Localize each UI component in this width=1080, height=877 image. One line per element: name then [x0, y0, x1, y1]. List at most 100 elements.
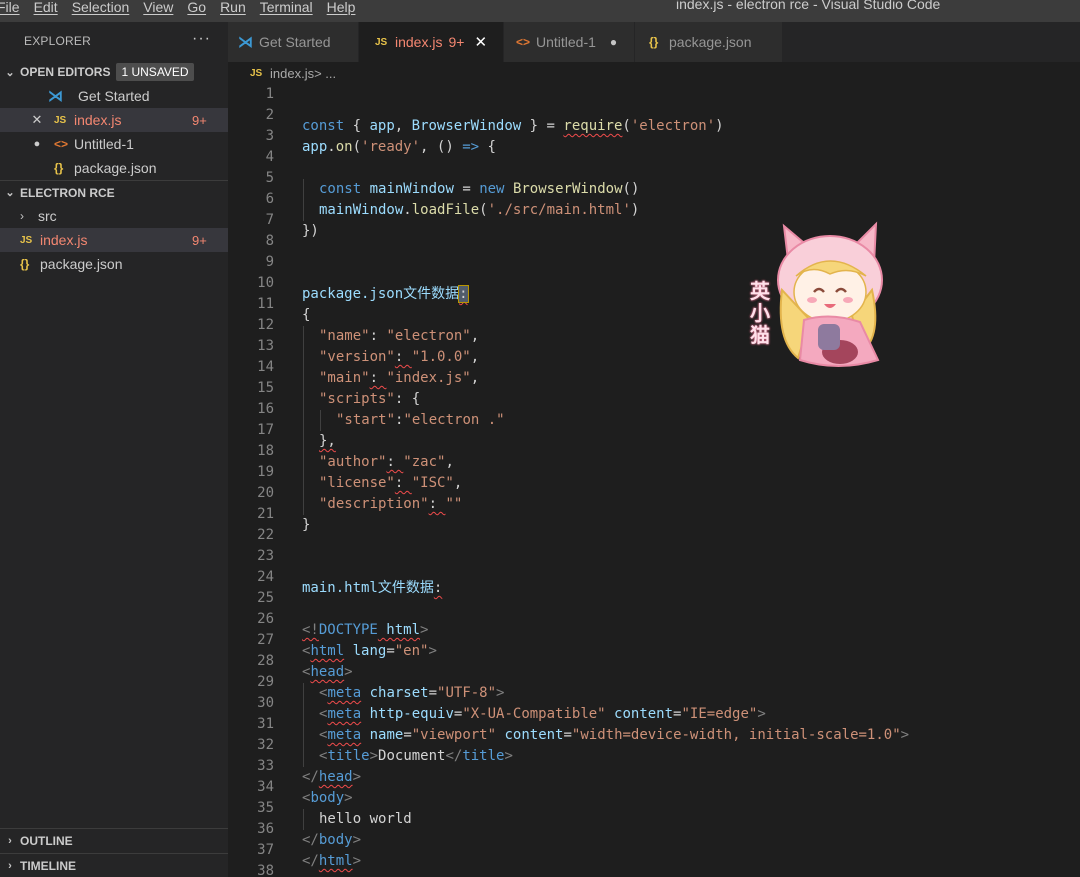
html-icon: <> [516, 35, 531, 49]
line-number: 9 [265, 254, 274, 270]
menu-file[interactable]: File [0, 0, 27, 14]
json-icon: {} [20, 257, 30, 271]
unsaved-dot-icon[interactable]: ● [28, 138, 46, 150]
editor-tab-bar: ⋊ Get Started JS index.js 9+ ✕ <> Untitl… [228, 22, 1080, 62]
json-icon: {} [54, 161, 64, 175]
tab-untitled[interactable]: <> Untitled-1 ● [504, 22, 635, 62]
tab-index-js[interactable]: JS index.js 9+ ✕ [359, 22, 504, 62]
more-actions-icon[interactable]: ··· [192, 30, 211, 48]
close-icon[interactable]: ✕ [28, 112, 46, 128]
menu-edit[interactable]: Edit [27, 0, 65, 14]
code-line-35: hello world [319, 811, 412, 827]
js-icon: JS [375, 36, 388, 48]
tab-label: index.js [395, 34, 443, 50]
close-icon[interactable]: ✕ [474, 33, 487, 51]
code-line-2: const { app, BrowserWindow } = require('… [302, 118, 724, 134]
file-label: package.json [40, 256, 123, 272]
code-line-31: <meta name="viewport" content="width=dev… [319, 727, 910, 743]
problem-count-badge: 9+ [192, 112, 207, 128]
code-line-18: "author": "zac", [319, 454, 454, 470]
code-line-28: <head> [302, 664, 353, 680]
line-number: 1 [265, 86, 274, 102]
code-line-32: <title>Document</title> [319, 748, 513, 764]
problem-count-badge: 9+ [192, 232, 207, 248]
code-line-33: </head> [302, 769, 362, 785]
line-number: 23 [257, 548, 274, 564]
open-editor-label: Get Started [78, 88, 150, 104]
js-icon: JS [250, 67, 263, 79]
title-bar: File Edit Selection View Go Run Terminal… [0, 0, 1080, 22]
tab-package-json[interactable]: {} package.json [635, 22, 783, 62]
tab-label: Untitled-1 [536, 34, 596, 50]
open-editor-get-started[interactable]: ⋊ Get Started [0, 84, 228, 108]
file-label: index.js [40, 232, 88, 248]
open-editor-label: index.js [74, 112, 122, 128]
code-line-14: "main": "index.js", [319, 370, 480, 386]
code-line-24: main.html文件数据: [302, 580, 443, 596]
code-line-36: </body> [302, 832, 362, 848]
open-editors-title: OPEN EDITORS [20, 65, 111, 79]
tab-problem-count: 9+ [448, 34, 465, 50]
chevron-right-icon: › [20, 209, 24, 223]
outline-title: OUTLINE [20, 833, 73, 848]
breadcrumb: JS index.js > ... [228, 62, 1080, 84]
code-line-34: <body> [302, 790, 353, 806]
unsaved-badge: 1 UNSAVED [116, 63, 194, 81]
menu-terminal[interactable]: Terminal [253, 0, 320, 14]
line-number-row: 9 [228, 252, 1080, 273]
menu-help[interactable]: Help [320, 0, 363, 14]
folder-src[interactable]: › src [0, 204, 228, 228]
chevron-down-icon: ⌄ [5, 66, 15, 79]
open-editor-index-js[interactable]: ✕ JS index.js 9+ [0, 108, 228, 132]
tab-label: package.json [669, 34, 752, 50]
code-line-17: }, [319, 433, 336, 449]
code-line-30: <meta http-equiv="X-UA-Compatible" conte… [319, 706, 766, 722]
js-icon: JS [54, 114, 67, 126]
tab-get-started[interactable]: ⋊ Get Started [228, 22, 359, 62]
html-icon: <> [54, 137, 69, 151]
sticker-caption: 英小猫 [750, 279, 770, 347]
folder-label: src [38, 208, 57, 224]
open-editor-untitled[interactable]: ● <> Untitled-1 [0, 132, 228, 156]
menu-selection[interactable]: Selection [65, 0, 137, 14]
code-line-15: "scripts": { [319, 391, 421, 407]
menu-view[interactable]: View [136, 0, 180, 14]
chevron-right-icon: › [8, 834, 12, 847]
line-number-row: 1 [228, 84, 1080, 105]
vscode-icon: ⋊ [48, 88, 63, 105]
code-line-26: <!DOCTYPE html> [302, 622, 429, 638]
window-title: index.js - electron rce - Visual Studio … [676, 0, 941, 12]
project-header[interactable]: ⌄ ELECTRON RCE [0, 180, 228, 204]
unsaved-dot-icon[interactable]: ● [610, 35, 617, 49]
line-number-row: 23 [228, 546, 1080, 567]
timeline-header[interactable]: › TIMELINE [0, 853, 228, 877]
open-editors-header[interactable]: ⌄ OPEN EDITORS 1 UNSAVED [0, 60, 228, 84]
file-package-json[interactable]: {} package.json [0, 252, 228, 276]
open-editor-label: Untitled-1 [74, 136, 134, 152]
code-line-16: "start":"electron ." [336, 412, 505, 428]
tab-label: Get Started [259, 34, 331, 50]
menu-go[interactable]: Go [180, 0, 213, 14]
code-editor[interactable]: 1 2 3 4 5 6 7 8 9 10 11 12 13 14 15 16 17 18 19 20 21 22 23 24 2… [228, 84, 1080, 877]
open-editor-package-json[interactable]: {} package.json [0, 156, 228, 180]
vscode-icon: ⋊ [238, 34, 253, 51]
explorer-title: EXPLORER [24, 34, 91, 48]
json-icon: {} [649, 35, 659, 49]
code-line-29: <meta charset="UTF-8"> [319, 685, 505, 701]
file-index-js[interactable]: JS index.js 9+ [0, 228, 228, 252]
code-line-11: { [302, 307, 311, 323]
code-line-12: "name": "electron", [319, 328, 480, 344]
code-line-13: "version": "1.0.0", [319, 349, 480, 365]
menu-run[interactable]: Run [213, 0, 253, 14]
project-title: ELECTRON RCE [20, 185, 115, 200]
code-line-37: </html> [302, 853, 362, 869]
breadcrumb-file[interactable]: index.js [270, 66, 314, 81]
code-line-21: } [302, 517, 311, 533]
code-line-20: "description": "" [319, 496, 463, 512]
breadcrumb-rest[interactable]: > ... [314, 66, 336, 81]
chevron-down-icon: ⌄ [5, 187, 15, 199]
code-line-3: app.on('ready', () => { [302, 139, 496, 155]
code-line-5: const mainWindow = new BrowserWindow() [319, 181, 640, 197]
code-line-6: mainWindow.loadFile('./src/main.html') [319, 202, 640, 218]
outline-header[interactable]: › OUTLINE [0, 828, 228, 852]
